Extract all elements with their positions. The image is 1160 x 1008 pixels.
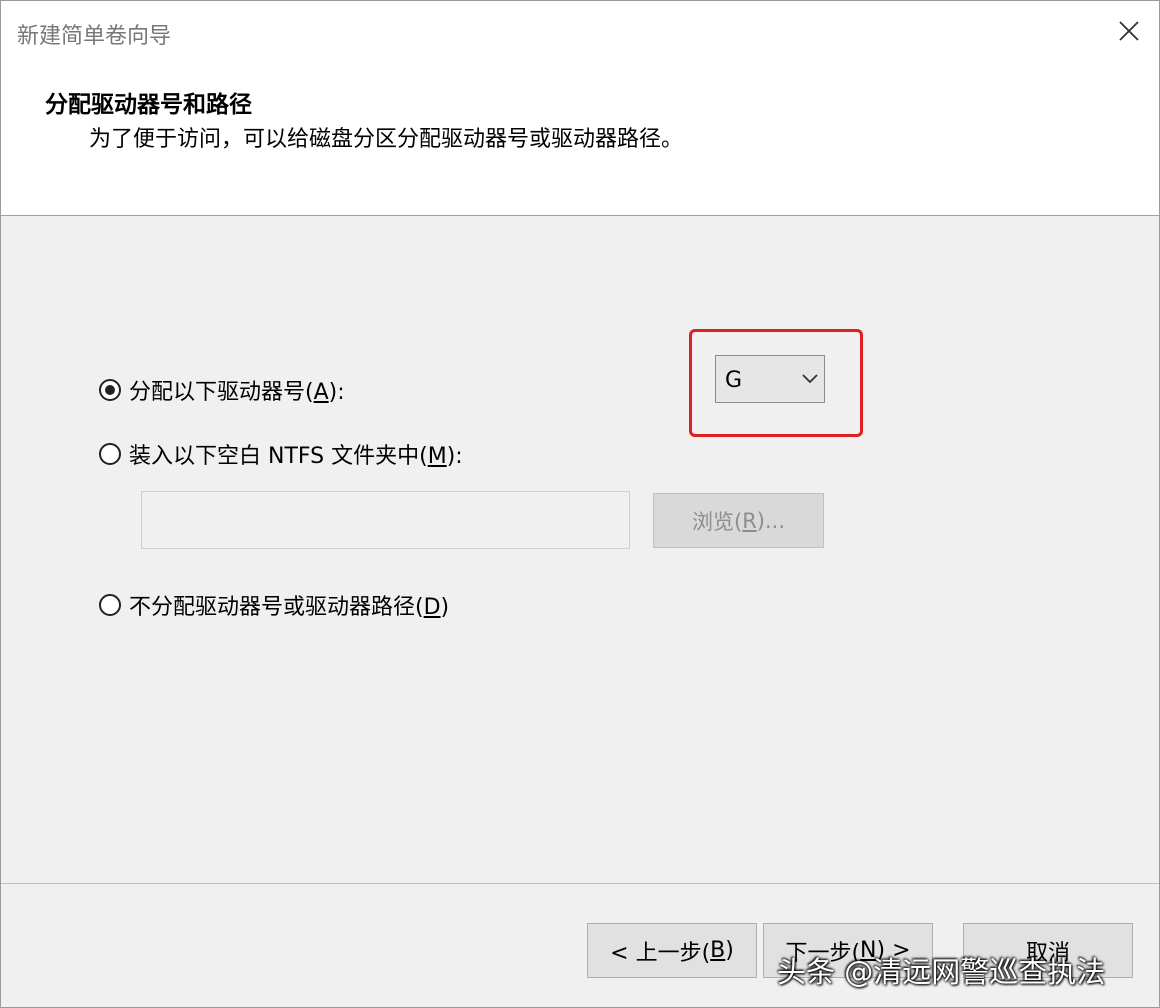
radio-button-unchecked[interactable]: [99, 594, 121, 616]
radio-mount-folder[interactable]: 装入以下空白 NTFS 文件夹中(M):: [99, 438, 463, 470]
page-subtitle: 为了便于访问，可以给磁盘分区分配驱动器号或驱动器路径。: [89, 127, 684, 152]
folder-path-input[interactable]: [141, 491, 630, 549]
radio-no-assign[interactable]: 不分配驱动器号或驱动器路径(D): [99, 589, 449, 621]
close-button[interactable]: [1107, 9, 1151, 53]
page-title: 分配驱动器号和路径: [45, 92, 252, 118]
close-icon: [1119, 21, 1139, 41]
title-bar: 新建简单卷向导: [1, 1, 1159, 63]
browse-button[interactable]: 浏览(R)...: [653, 493, 824, 548]
radio-dot: [105, 385, 115, 395]
footer-divider: [1, 883, 1159, 884]
radio-button-checked[interactable]: [99, 379, 121, 401]
window-title: 新建简单卷向导: [17, 24, 172, 49]
watermark: 头条 @清远网警巡查执法: [777, 955, 1106, 989]
radio-no-assign-label: 不分配驱动器号或驱动器路径(D): [129, 595, 450, 620]
drive-letter-value: G: [725, 368, 743, 393]
radio-button-unchecked[interactable]: [99, 443, 121, 465]
drive-letter-select[interactable]: G: [715, 355, 825, 403]
radio-assign-letter-label: 分配以下驱动器号(A):: [129, 380, 345, 405]
wizard-header: 分配驱动器号和路径 为了便于访问，可以给磁盘分区分配驱动器号或驱动器路径。: [1, 63, 1159, 216]
radio-assign-letter[interactable]: 分配以下驱动器号(A):: [99, 374, 345, 406]
chevron-down-icon: [802, 374, 818, 384]
back-button[interactable]: < 上一步(B): [587, 923, 757, 978]
radio-mount-folder-label: 装入以下空白 NTFS 文件夹中(M):: [129, 444, 463, 469]
wizard-window: 新建简单卷向导 分配驱动器号和路径 为了便于访问，可以给磁盘分区分配驱动器号或驱…: [0, 0, 1160, 1008]
